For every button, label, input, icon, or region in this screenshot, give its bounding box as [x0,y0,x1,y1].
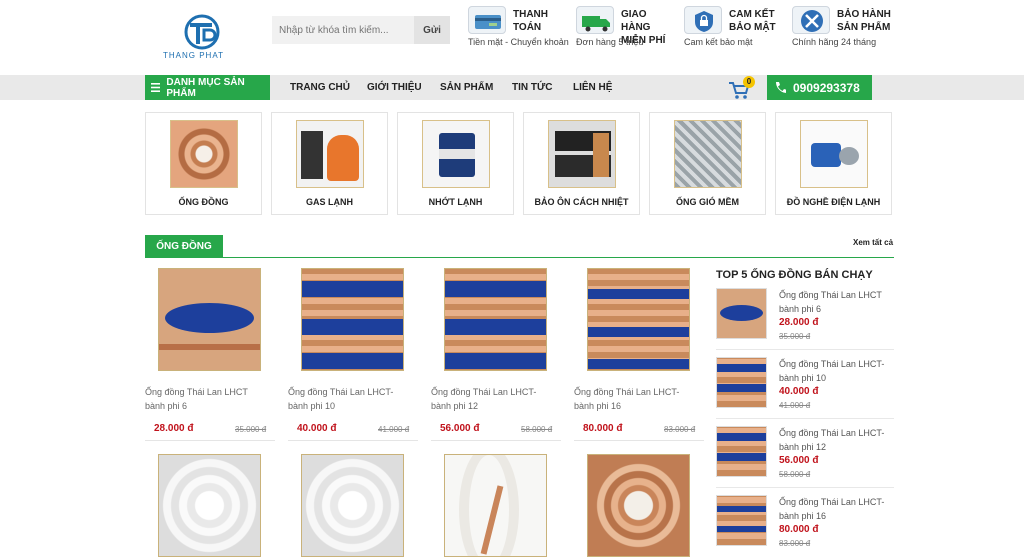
product-divider [145,440,275,441]
bestseller-image [716,426,767,477]
product-divider [288,440,418,441]
category-card[interactable]: GAS LẠNH [271,112,388,215]
bestseller-image [716,288,767,339]
feature-title: CAM KẾT BẢO MẬT [729,9,776,33]
bestseller-old-price: 35.000 đ [779,332,811,341]
bestseller-name: Ống đồng Thái Lan LHCT-bành phi 10 [779,359,885,383]
product-old-price: 35.000 đ [235,425,267,434]
shield-lock-icon [684,6,722,34]
category-image-insulation [548,120,616,188]
search-input[interactable] [272,16,414,44]
see-all-link[interactable]: Xem tất cả [853,238,893,247]
bestseller-price: 56.000 đ [779,455,819,466]
bestseller-price: 40.000 đ [779,386,819,397]
product-old-price: 41.000 đ [378,425,410,434]
logo-mark-icon [184,14,220,50]
bestseller-title: TOP 5 ỐNG ĐỒNG BÁN CHẠY [716,269,873,281]
cart-button[interactable]: 0 [728,76,755,99]
category-card[interactable]: NHỚT LẠNH [397,112,514,215]
feature-subtitle: Cam kết bảo mật [684,37,753,47]
delivery-truck-icon [576,6,614,34]
site-logo[interactable]: THANG PHAT [160,12,246,62]
section-title-tab[interactable]: ỐNG ĐỒNG [145,235,223,258]
category-label: ỐNG GIÓ MỀM [676,197,739,207]
category-label: ỐNG ĐỒNG [178,197,229,207]
category-image-flexible-duct [674,120,742,188]
nav-item-products[interactable]: SẢN PHẨM [440,82,493,93]
phone-icon [776,82,786,93]
bestseller-price: 80.000 đ [779,524,819,535]
bestseller-divider [716,418,894,419]
bestseller-old-price: 83.000 đ [779,539,811,548]
product-old-price: 83.000 đ [664,425,696,434]
bestseller-divider [716,349,894,350]
logo-text: THANG PHAT [163,51,224,60]
category-card[interactable]: ỐNG GIÓ MỀM [649,112,766,215]
bestseller-name: Ống đồng Thái Lan LHCT-bành phi 12 [779,428,885,452]
hotline-button[interactable]: 0909293378 [767,75,872,100]
feature-subtitle: Đơn hàng 5 triệu [576,37,644,47]
hamburger-icon [151,83,161,92]
product-image [444,268,547,371]
bestseller-divider [716,487,894,488]
category-image-oil-can [422,120,490,188]
feature-title: BẢO HÀNH SẢN PHẨM [837,9,891,33]
nav-item-home[interactable]: TRANG CHỦ [290,82,350,93]
nav-item-contact[interactable]: LIÊN HỆ [573,82,612,93]
category-label: ĐỒ NGHỀ ĐIỆN LẠNH [786,197,881,207]
category-menu-label: DANH MỤC SẢN PHẨM [166,76,245,99]
bestseller-name: Ống đồng Thái Lan LHCT bành phi 6 [779,290,882,314]
product-image-white-coil[interactable] [158,454,261,557]
product-name: Ống đồng Thái Lan LHCT-bành phi 16 [574,387,680,411]
product-price: 80.000 đ [583,423,623,434]
search-form: Gửi [272,16,450,44]
feature-payment: THANH TOÁN Tiền mặt - Chuyển khoản [468,6,578,50]
category-card[interactable]: BẢO ÔN CÁCH NHIỆT [523,112,640,215]
product-price: 40.000 đ [297,423,337,434]
hotline-number: 0909293378 [793,80,860,95]
feature-subtitle: Chính hãng 24 tháng [792,37,877,47]
product-image [587,268,690,371]
bestseller-image [716,357,767,408]
category-card[interactable]: ĐỒ NGHỀ ĐIỆN LẠNH [775,112,892,215]
feature-shipping: GIAO HÀNG MIỄN PHÍ Đơn hàng 5 triệu [576,6,676,50]
category-card[interactable]: ỐNG ĐỒNG [145,112,262,215]
category-image-refrigerant-tank [296,120,364,188]
product-price: 28.000 đ [154,423,194,434]
feature-title: THANH TOÁN [513,9,548,33]
feature-subtitle: Tiền mặt - Chuyển khoản [468,37,569,47]
category-label: BẢO ÔN CÁCH NHIỆT [534,197,629,207]
bestseller-name: Ống đồng Thái Lan LHCT-bành phi 16 [779,497,885,521]
bestseller-old-price: 58.000 đ [779,470,811,479]
product-image [158,268,261,371]
product-name: Ống đồng Thái Lan LHCT-bành phi 12 [431,387,537,411]
nav-item-about[interactable]: GIỚI THIỆU [367,82,422,93]
product-old-price: 58.000 đ [521,425,553,434]
category-image-vacuum-pump [800,120,868,188]
product-divider [431,440,561,441]
feature-security: CAM KẾT BẢO MẬT Cam kết bảo mật [684,6,784,50]
feature-warranty: BẢO HÀNH SẢN PHẨM Chính hãng 24 tháng [792,6,892,50]
product-image-copper-coil-pack[interactable] [587,454,690,557]
category-menu-button[interactable]: DANH MỤC SẢN PHẨM [145,75,270,100]
product-name: Ống đồng Thái Lan LHCT-bành phi 10 [288,387,394,411]
bestseller-price: 28.000 đ [779,317,819,328]
nav-item-news[interactable]: TIN TỨC [512,82,553,93]
bestseller-old-price: 41.000 đ [779,401,811,410]
product-image-insulated-pipe[interactable] [444,454,547,557]
product-image [301,268,404,371]
search-button[interactable]: Gửi [414,16,450,44]
product-name: Ống đồng Thái Lan LHCT bành phi 6 [145,387,248,411]
product-divider [574,440,704,441]
payment-card-icon [468,6,506,34]
category-label: GAS LẠNH [306,197,353,207]
category-label: NHỚT LẠNH [428,197,483,207]
product-image-white-coil[interactable] [301,454,404,557]
cart-count-badge: 0 [743,76,755,88]
category-image-copper-coil [170,120,238,188]
bestseller-image [716,495,767,546]
section-divider [145,257,894,258]
product-price: 56.000 đ [440,423,480,434]
wrench-screwdriver-icon [792,6,830,34]
